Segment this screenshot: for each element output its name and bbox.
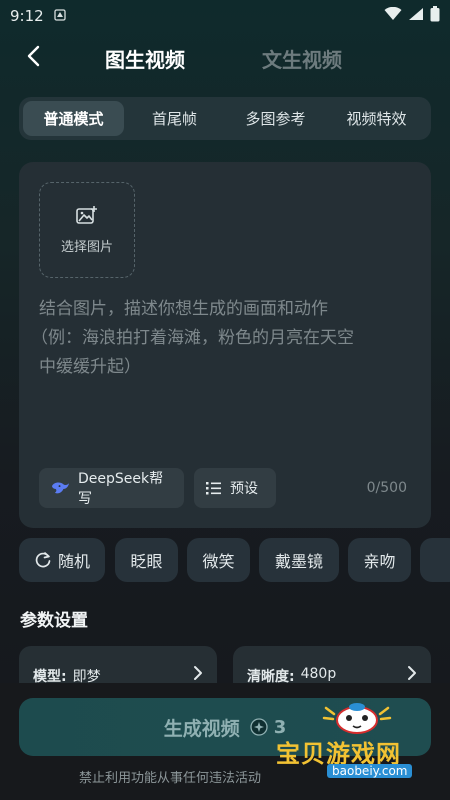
back-button[interactable] [20,42,48,70]
quick-chips: 随机 眨眼 微笑 戴墨镜 亲吻 [19,538,450,582]
char-count: 0/500 [366,480,407,496]
deepseek-label: DeepSeek帮写 [77,471,164,507]
coin-icon [250,718,268,736]
chevron-right-icon [408,666,416,680]
header: 图生视频 文生视频 [0,36,450,76]
deepseek-whale-icon [51,482,70,494]
chevron-left-icon [27,45,40,67]
mode-first-last-frame[interactable]: 首尾帧 [124,101,225,136]
mode-multi-image-reference[interactable]: 多图参考 [225,101,326,136]
chip-random[interactable]: 随机 [19,538,105,582]
game-controller-mascot-icon [322,703,392,734]
prompt-placeholder-line: 结合图片，描述你想生成的画面和动作 [39,299,328,319]
prompt-placeholder-line: 中缓缓升起） [39,357,141,377]
image-add-icon [76,205,97,224]
prompt-placeholder-line: （例：海浪拍打着海滩，粉色的月亮在天空 [31,328,354,348]
chip-blink[interactable]: 眨眼 [115,538,178,582]
prompt-card: 选择图片 结合图片，描述你想生成的画面和动作 （例：海浪拍打着海滩，粉色的月亮在… [19,162,431,528]
select-image-label: 选择图片 [60,239,113,255]
status-bar: 9:12 [0,0,450,32]
params-section-title: 参数设置 [20,611,88,631]
tab-text-to-video[interactable]: 文生视频 [262,44,342,73]
status-time: 9:12 [10,7,44,25]
watermark-url: baobeiy.com [327,764,413,778]
preset-button[interactable]: 预设 [194,468,276,508]
preset-label: 预设 [230,481,258,497]
chip-smile[interactable]: 微笑 [187,538,250,582]
battery-icon [430,6,440,26]
prompt-input[interactable]: 结合图片，描述你想生成的画面和动作 （例：海浪拍打着海滩，粉色的月亮在天空 中缓… [31,295,419,382]
generate-label: 生成视频 [163,717,240,740]
list-icon [206,482,221,495]
wifi-icon [384,6,402,25]
mode-normal[interactable]: 普通模式 [23,101,124,136]
chevron-right-icon [194,666,202,680]
chip-more[interactable] [420,538,450,582]
refresh-icon [35,552,51,568]
tab-image-to-video[interactable]: 图生视频 [105,44,185,73]
chip-kiss[interactable]: 亲吻 [348,538,411,582]
notification-icon [54,7,66,25]
watermark: 宝贝游戏网 baobeiy.com [272,700,450,792]
mode-video-effects[interactable]: 视频特效 [326,101,427,136]
select-image-button[interactable]: 选择图片 [39,182,135,278]
mode-selector: 普通模式 首尾帧 多图参考 视频特效 [19,97,431,140]
clarity-value: 480p [300,666,337,682]
deepseek-write-button[interactable]: DeepSeek帮写 [39,468,184,508]
signal-icon [408,7,424,25]
chip-sunglasses[interactable]: 戴墨镜 [259,538,339,582]
chip-random-label: 随机 [57,552,90,571]
